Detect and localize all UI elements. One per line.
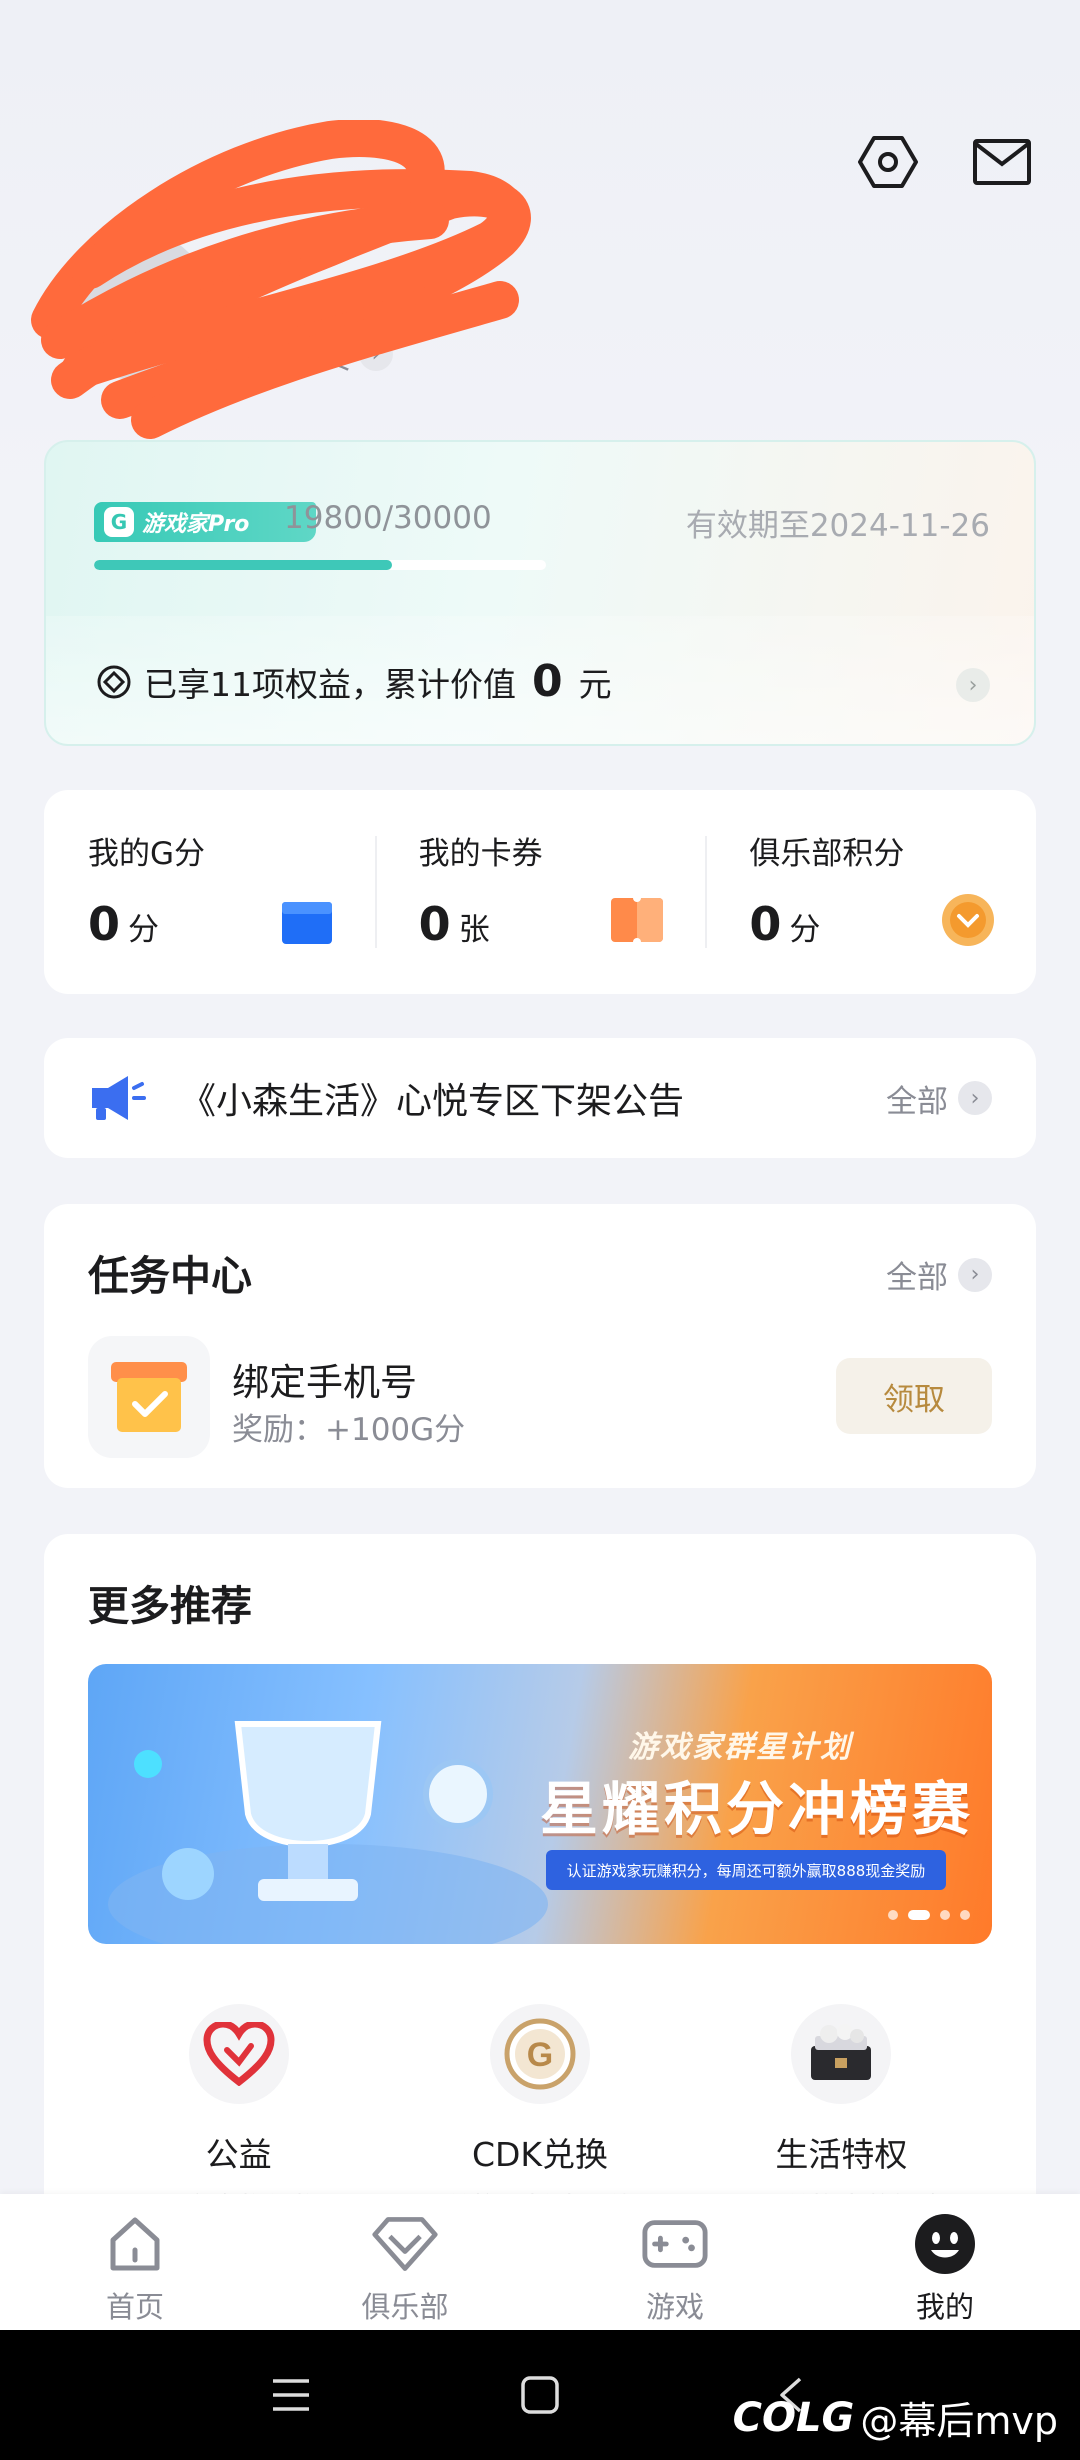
- pro-membership-card[interactable]: G 游戏家Pro 19800/30000 有效期至2024-11-26 已享11…: [44, 440, 1036, 746]
- menu-icon[interactable]: [266, 2370, 316, 2420]
- shortcut-charity[interactable]: 公益 更多实物礼物: [88, 2004, 389, 2225]
- tab-label: 俱乐部: [361, 2290, 449, 2324]
- gamepad-icon: [641, 2210, 709, 2278]
- stat-g-points[interactable]: 我的G分 0分: [44, 790, 375, 994]
- pro-badge-label: 游戏家Pro: [142, 512, 250, 537]
- promo-banner[interactable]: 游戏家群星计划 星耀积分冲榜赛 认证游戏家玩赚积分，每周还可额外赢取888现金奖…: [88, 1664, 992, 1944]
- notice-all-link[interactable]: 全部 ›: [886, 1076, 992, 1121]
- stat-unit: 张: [458, 912, 490, 948]
- stats-card: 我的G分 0分 我的卡券 0张 俱乐部积分 0分: [44, 790, 1036, 994]
- g-logo-icon: G: [104, 507, 134, 537]
- pro-progress-text: 19800/30000: [284, 500, 492, 536]
- stat-label: 我的G分: [88, 836, 206, 872]
- system-navigation-bar: COLG @幕后mvp: [0, 2330, 1080, 2460]
- coupon-icon: [611, 894, 664, 946]
- tab-mine[interactable]: 我的: [810, 2194, 1080, 2330]
- shortcut-row: 公益 更多实物礼物 G CDK兑换 兑换心悦成长值 生活特权 G分兑换大牌好券: [88, 2004, 992, 2225]
- claim-button[interactable]: 领取: [836, 1358, 992, 1434]
- heart-icon: [188, 2004, 289, 2104]
- pro-badge: G 游戏家Pro: [94, 502, 316, 542]
- tab-label: 首页: [105, 2290, 164, 2324]
- task-title: 绑定手机号: [232, 1361, 417, 1404]
- tab-label: 游戏: [645, 2290, 704, 2324]
- banner-dot: [888, 1910, 898, 1920]
- all-label: 全部: [886, 1260, 948, 1296]
- stat-label: 俱乐部积分: [749, 836, 905, 872]
- stat-unit: 分: [128, 912, 160, 948]
- task-center-title: 任务中心: [88, 1252, 252, 1300]
- tab-games[interactable]: 游戏: [540, 2194, 810, 2330]
- stat-unit: 分: [789, 912, 821, 948]
- banner-dot-active: [908, 1910, 930, 1920]
- task-box-icon: [88, 1336, 210, 1458]
- header-actions: [856, 130, 1034, 194]
- stat-value: 0: [88, 897, 121, 951]
- benefit-value: 0: [532, 656, 563, 707]
- task-center-card: 任务中心 全部 › 绑定手机号 奖励：+100G分 领取: [44, 1204, 1036, 1488]
- redaction-scribble: [31, 120, 531, 439]
- shortcut-title: 生活特权: [775, 2135, 908, 2174]
- banner-subtitle: 游戏家群星计划: [628, 1730, 852, 1765]
- shortcut-title: 公益: [205, 2135, 272, 2174]
- home-icon: [101, 2210, 169, 2278]
- tab-home[interactable]: 首页: [0, 2194, 270, 2330]
- settings-hexagon-icon[interactable]: [856, 130, 920, 194]
- shortcut-title: CDK兑换: [471, 2135, 609, 2174]
- shortcut-life-perks[interactable]: 生活特权 G分兑换大牌好券: [691, 2004, 992, 2225]
- coin-icon: [942, 894, 995, 946]
- chevron-right-icon[interactable]: ›: [956, 668, 990, 702]
- benefit-unit: 元: [578, 664, 612, 704]
- gift-box-icon: [281, 902, 332, 944]
- stat-coupons[interactable]: 我的卡券 0张: [374, 790, 706, 994]
- gift-pack-icon: [791, 2004, 892, 2104]
- pro-progress-fill: [94, 560, 393, 570]
- more-title: 更多推荐: [88, 1582, 252, 1630]
- banner-dot: [940, 1910, 950, 1920]
- profile-face-icon: [911, 2210, 979, 2278]
- all-label: 全部: [886, 1083, 948, 1120]
- watermark-text: @幕后mvp: [860, 2399, 1058, 2443]
- stat-value: 0: [418, 897, 451, 951]
- watermark-logo: COLG: [732, 2394, 855, 2441]
- diamond-icon: [371, 2210, 439, 2278]
- chevron-right-icon: ›: [958, 1257, 992, 1292]
- pro-benefit[interactable]: 已享11项权益，累计价值 0 元: [96, 656, 612, 707]
- chevron-right-icon: ›: [958, 1081, 992, 1115]
- task-reward: 奖励：+100G分: [232, 1412, 466, 1448]
- megaphone-icon: [92, 1076, 146, 1120]
- pro-expiry: 有效期至2024-11-26: [685, 508, 990, 544]
- mail-icon[interactable]: [970, 130, 1034, 194]
- more-recommend-card: 更多推荐 游戏家群星计划 星耀积分冲榜赛 认证游戏家玩赚积分，每周还可额外赢取8…: [44, 1534, 1036, 2224]
- banner-pagination: [888, 1910, 970, 1920]
- bottom-tab-bar: 首页 俱乐部 游戏 我的: [0, 2194, 1080, 2330]
- task-all-link[interactable]: 全部 ›: [886, 1252, 992, 1297]
- stat-club-points[interactable]: 俱乐部积分 0分: [705, 790, 1036, 994]
- benefit-prefix: 已享11项权益，累计价值: [144, 664, 516, 704]
- benefit-diamond-icon: [97, 665, 131, 698]
- banner-tagline: 认证游戏家玩赚积分，每周还可额外赢取888现金奖励: [546, 1850, 946, 1890]
- tab-club[interactable]: 俱乐部: [270, 2194, 540, 2330]
- notice-text: 《小森生活》心悦专区下架公告: [180, 1081, 685, 1122]
- stat-label: 我的卡券: [418, 836, 543, 872]
- notice-bar[interactable]: 《小森生活》心悦专区下架公告 全部 ›: [44, 1038, 1036, 1158]
- watermark: COLG @幕后mvp: [733, 2390, 1058, 2445]
- stat-value: 0: [749, 897, 782, 951]
- tab-label: 我的: [915, 2290, 974, 2324]
- shortcut-cdk[interactable]: G CDK兑换 兑换心悦成长值: [389, 2004, 690, 2225]
- g-coin-icon: G: [489, 2004, 590, 2104]
- banner-dot: [960, 1910, 970, 1920]
- svg-text:G: G: [527, 2036, 553, 2074]
- trophy-illustration: [108, 1721, 548, 1944]
- pro-progress-bar: [94, 560, 546, 570]
- banner-title: 星耀积分冲榜赛: [540, 1775, 975, 1843]
- home-square-icon[interactable]: [515, 2370, 565, 2420]
